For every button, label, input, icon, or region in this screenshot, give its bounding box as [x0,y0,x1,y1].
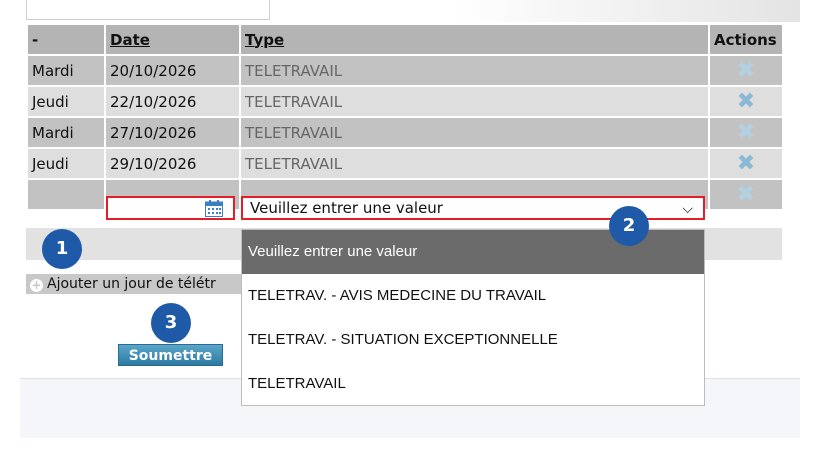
step-badge-1: 1 [42,229,82,269]
row-actions: ✖ [708,178,784,211]
header-actions: Actions [708,23,784,56]
delete-x-icon[interactable]: ✖ [737,59,755,82]
delete-x-icon[interactable]: ✖ [737,90,755,113]
row-day: Jeudi [26,85,106,118]
table-row: Jeudi 29/10/2026 TELETRAVAIL ✖ [26,147,784,180]
row-actions: ✖ [708,147,784,180]
table-header-row: - Date Type Actions [26,23,784,56]
table-row: Mardi 27/10/2026 TELETRAVAIL ✖ [26,116,784,149]
delete-x-icon[interactable]: ✖ [737,183,755,206]
row-date: 22/10/2026 [104,85,241,118]
row-date: 20/10/2026 [104,54,241,87]
row-day: Mardi [26,54,106,87]
plus-icon: + [30,278,43,292]
top-gradient [450,0,800,22]
row-actions: ✖ [708,116,784,149]
row-type: TELETRAVAIL [239,85,710,118]
row-actions: ✖ [708,54,784,87]
row-date: 29/10/2026 [104,147,241,180]
top-input-edge [26,0,270,20]
row-type: TELETRAVAIL [239,147,710,180]
table-row: Jeudi 22/10/2026 TELETRAVAIL ✖ [26,85,784,118]
chevron-down-icon: ⌵ [682,201,693,217]
table-row: Mardi 20/10/2026 TELETRAVAIL ✖ [26,54,784,87]
dropdown-option[interactable]: TELETRAV. - AVIS MEDECINE DU TRAVAIL [242,274,704,318]
row-day: Mardi [26,116,106,149]
telework-table: - Date Type Actions Mardi 20/10/2026 TEL… [26,23,784,211]
delete-x-icon[interactable]: ✖ [737,152,755,175]
row-date: 27/10/2026 [104,116,241,149]
header-date[interactable]: Date [104,23,241,56]
step-badge-3: 3 [151,303,191,343]
type-dropdown-list: Veuillez entrer une valeur TELETRAV. - A… [241,229,705,406]
submit-button[interactable]: Soumettre [118,344,223,366]
row-type: TELETRAVAIL [239,54,710,87]
row-day: Jeudi [26,147,106,180]
header-type-label[interactable]: Type [245,31,284,49]
add-telework-day-link[interactable]: + Ajouter un jour de télétr [26,274,256,294]
row-actions: ✖ [708,85,784,118]
add-link-label: Ajouter un jour de télétr [47,276,216,292]
delete-x-icon[interactable]: ✖ [737,121,755,144]
header-dash: - [26,23,106,56]
calendar-icon[interactable] [205,200,223,217]
date-input[interactable] [106,196,235,220]
dropdown-option[interactable]: TELETRAV. - SITUATION EXCEPTIONNELLE [242,318,704,362]
new-row-day [26,178,106,211]
step-badge-2: 2 [609,206,649,246]
header-type[interactable]: Type [239,23,710,56]
header-date-label[interactable]: Date [110,31,150,49]
row-type: TELETRAVAIL [239,116,710,149]
dropdown-option[interactable]: TELETRAVAIL [242,362,704,406]
type-select-value: Veuillez entrer une valeur [250,199,443,217]
